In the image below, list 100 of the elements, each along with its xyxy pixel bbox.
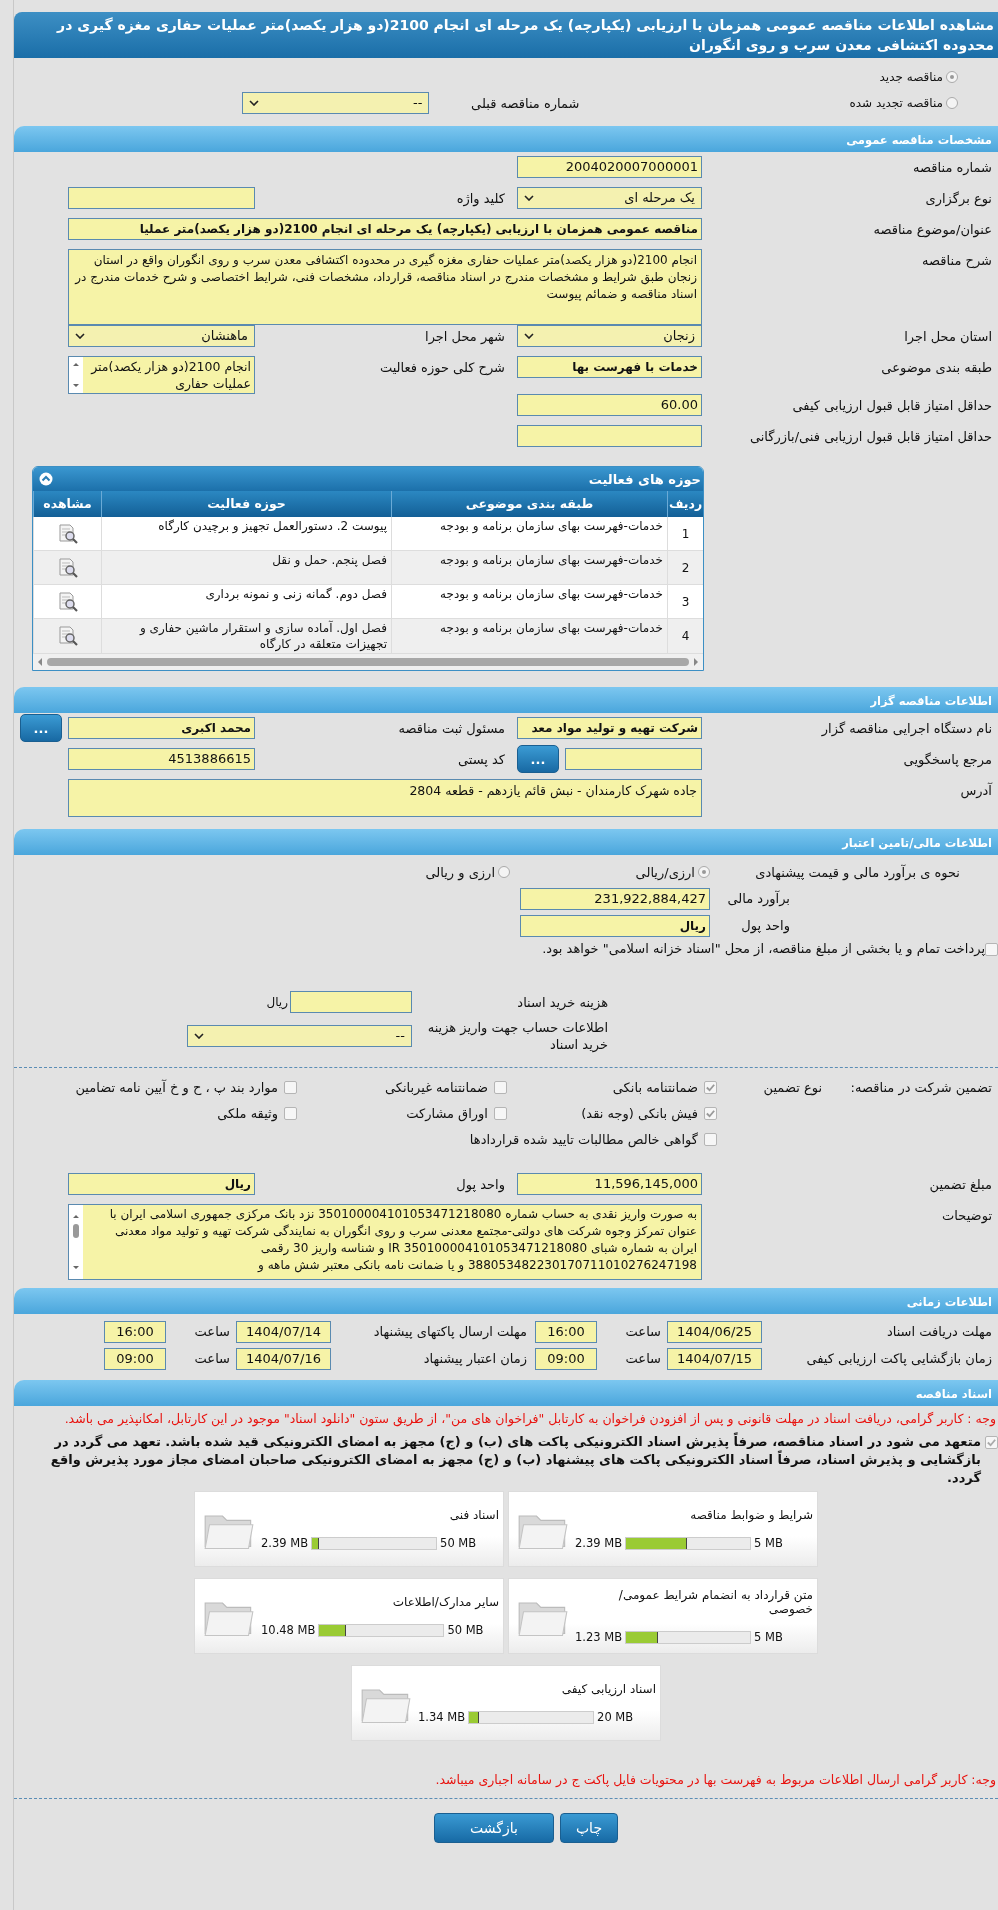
back-button[interactable]: بازگشت (434, 1813, 554, 1843)
field-label: شرح مناقصه (921, 252, 992, 270)
text-area[interactable]: به صورت واریز نقدی به حساب شماره 350100004101053471218080 نزد بانک مرکزی جمهوری اسلامی ایران با عنوان تمرکز وجوه شرکت های دولتی-مجتمع معدنی سرب و روی انگوران به نمایندگی شرکت تهیه و تولید مواد معدنی ایران به شماره شبای IR 350100004101053471218080 و شناسه واریز 30 رقمی 388053482230170711010276247198 و یا ضمانت نامه بانکی معتبر شش ماهه و (68, 1204, 702, 1280)
input-field[interactable]: 2004020007000001 (517, 156, 702, 178)
field-label: ساعت (624, 1351, 662, 1366)
field-label: نوع برگزاری (924, 190, 992, 209)
scroll-right-icon[interactable] (693, 658, 699, 666)
select-field[interactable]: -- (242, 92, 430, 114)
radio-label: مناقصه جدید (879, 70, 943, 84)
chevron-down-icon (524, 195, 534, 201)
document-magnifier-icon[interactable] (56, 556, 79, 579)
radio-button[interactable] (946, 97, 958, 109)
file-limit: 20 MB (597, 1710, 634, 1724)
document-magnifier-icon[interactable] (56, 590, 79, 613)
time-field[interactable]: 09:00 (535, 1347, 597, 1370)
input-field[interactable] (517, 425, 702, 447)
browse-button[interactable]: ... (20, 714, 62, 742)
checkbox-label: اوراق مشارکت (406, 1106, 488, 1121)
input-field[interactable]: محمد اکبری (68, 717, 255, 739)
document-title: اسناد ارزیابی کیفی (560, 1682, 656, 1696)
input-field[interactable]: مناقصه عمومی همزمان با ارزیابی (یکپارچه) یک مرحله ای انجام 2100(دو هزار یکصد)متر عملیا (68, 218, 702, 240)
radio-button[interactable] (946, 71, 958, 83)
radio-button[interactable] (698, 866, 710, 878)
input-field[interactable]: خدمات با فهرست بها (517, 356, 702, 378)
checkbox[interactable] (494, 1107, 507, 1120)
time-field[interactable]: 16:00 (104, 1320, 166, 1343)
checkbox-label: وثیقه ملکی (217, 1106, 278, 1121)
date-field[interactable]: 1404/07/15 (667, 1347, 762, 1370)
time-field[interactable]: 09:00 (104, 1347, 166, 1370)
file-size: 2.39 MB (575, 1536, 623, 1550)
document-title: متن قرارداد به انضمام شرایط عمومی/خصوصی (617, 1588, 813, 1616)
field-label: کد پستی (456, 751, 505, 769)
field-label: حداقل امتیاز قابل قبول ارزیابی کیفی (791, 397, 992, 416)
field-label: آدرس (959, 781, 992, 801)
file-size: 1.23 MB (575, 1630, 623, 1644)
checkbox-label: موارد بند پ ، ح و خ آیین نامه تضامین (75, 1080, 278, 1095)
field-label: شرح کلی حوزه فعالیت (378, 359, 505, 378)
file-limit: 50 MB (440, 1536, 477, 1550)
print-button[interactable]: چاپ (560, 1813, 618, 1843)
section-header: مشخصات مناقصه عمومی (14, 126, 998, 152)
checkbox[interactable] (284, 1107, 297, 1120)
time-field[interactable]: 16:00 (535, 1320, 597, 1343)
field-label: برآورد مالی (726, 891, 790, 906)
input-field[interactable] (68, 187, 255, 209)
checkbox[interactable] (494, 1081, 507, 1094)
field-label: نوع تضمین (762, 1079, 822, 1098)
field-label: استان محل اجرا (903, 328, 992, 347)
select-field[interactable]: ماهنشان (68, 325, 255, 347)
radio-label: ارزی/ریالی (635, 864, 695, 880)
input-field[interactable]: 60.00 (517, 394, 702, 416)
collapse-icon[interactable] (39, 472, 53, 486)
select-field[interactable]: زنجان (517, 325, 702, 347)
field-label: شهر محل اجرا (424, 328, 505, 347)
text-area[interactable]: انجام 2100(دو هزار یکصد)متر عملیات حفاری مغزه گیری در محدوده اکتشافی معدن سرب و روی انگوران واقع در استان زنجان طبق شرایط و مشخصات مندرج در اسناد مناقصه، قرارداد، مشخصات فنی، شرایط اختصاصی و شرح خدمات مندرج در اسناد مناقصه و ضمائم پیوست (68, 249, 702, 325)
chevron-down-icon (75, 333, 85, 339)
checkbox-label: ضمانتنامه غیربانکی (384, 1080, 488, 1095)
scroll-left-icon[interactable] (37, 658, 43, 666)
file-limit: 5 MB (754, 1630, 783, 1644)
input-field[interactable]: 11,596,145,000 (517, 1173, 702, 1195)
checkbox[interactable] (704, 1107, 717, 1120)
file-size: 10.48 MB (261, 1623, 316, 1637)
select-field[interactable]: یک مرحله ای (517, 187, 702, 209)
field-label: مبلغ تضمین (928, 1176, 992, 1195)
browse-button[interactable]: ... (517, 745, 559, 773)
input-field[interactable]: ریال (68, 1173, 255, 1195)
field-label: شماره مناقصه (912, 159, 992, 177)
document-magnifier-icon[interactable] (56, 522, 79, 545)
document-magnifier-icon[interactable] (56, 625, 79, 647)
field-label: مرجع پاسخگویی (902, 751, 992, 770)
document-title: شرایط و ضوابط مناقصه (689, 1508, 813, 1522)
field-label: نحوه ی برآورد مالی و قیمت پیشنهادی (754, 864, 960, 880)
document-title: سایر مدارک/اطلاعات (391, 1595, 499, 1609)
input-field[interactable] (565, 748, 702, 770)
select-field[interactable]: -- (187, 1025, 412, 1047)
checkbox[interactable] (985, 943, 998, 956)
date-field[interactable]: 1404/06/25 (667, 1320, 762, 1343)
input-field[interactable] (290, 991, 412, 1013)
section-header: اطلاعات مناقصه گزار (14, 687, 998, 713)
document-title: اسناد فنی (448, 1508, 499, 1522)
input-field[interactable]: 4513886615 (68, 748, 255, 770)
horizontal-scrollbar[interactable] (33, 654, 703, 670)
checkbox-label: ضمانتنامه بانکی (612, 1080, 698, 1095)
radio-button[interactable] (498, 866, 510, 878)
checkbox[interactable] (284, 1081, 297, 1094)
notice-text: وجه : کاربر گرامی، دریافت اسناد در مهلت قانونی و پس از افزودن فراخوان به کارتابل "فراخوان های من"، از طریق ستون "دانلود اسناد" موجود در این کارتابل، امکانپذیر می باشد. (63, 1410, 997, 1427)
field-label: اطلاعات حساب جهت واریز هزینه خرید اسناد (426, 1019, 608, 1053)
list-box[interactable]: انجام 2100(دو هزار یکصد)متر عملیات حفاری (68, 356, 255, 394)
checkbox[interactable] (704, 1081, 717, 1094)
date-field[interactable]: 1404/07/16 (236, 1347, 331, 1370)
input-field[interactable]: 231,922,884,427 (520, 887, 710, 910)
input-field[interactable]: ریال (520, 914, 710, 937)
field-label: ساعت (193, 1351, 231, 1366)
checkbox[interactable] (704, 1133, 717, 1146)
date-field[interactable]: 1404/07/14 (236, 1320, 331, 1343)
checkbox[interactable] (985, 1436, 998, 1449)
table-title: حوزه های فعالیت (588, 471, 701, 487)
text-area[interactable]: جاده شهرک کارمندان - نبش قائم یازدهم - قطعه 2804 (68, 779, 702, 817)
input-field[interactable]: شرکت تهیه و تولید مواد معد (517, 717, 702, 739)
file-limit: 5 MB (754, 1536, 783, 1550)
checkbox-label: پرداخت تمام و یا بخشی از مبلغ مناقصه، از محل "اسناد خزانه اسلامی" خواهد بود. (542, 940, 985, 958)
